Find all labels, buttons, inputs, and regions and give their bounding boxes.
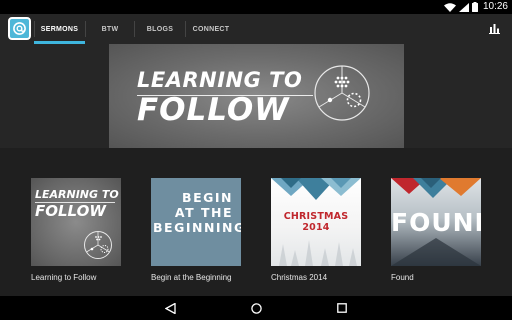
series-title[interactable]: Found <box>391 273 481 282</box>
series-thumbnail[interactable]: CHRISTMAS 2014 <box>271 178 361 266</box>
series-thumbnail[interactable]: FOUND <box>391 178 481 266</box>
series-emblem-icon <box>314 65 370 121</box>
series-thumbnail[interactable]: LEARNING TO FOLLOW <box>31 178 121 266</box>
thumbnail-text: BEGIN AT THE BEGINNING <box>153 190 241 235</box>
featured-series-banner[interactable]: LEARNING TO FOLLOW <box>109 44 404 148</box>
banner-title: LEARNING TO FOLLOW <box>137 68 302 127</box>
series-card[interactable]: CHRISTMAS 2014 Christmas 2014 <box>271 178 361 282</box>
app-bar: SERMONS BTW BLOGS CONNECT <box>0 14 512 44</box>
featured-section: LEARNING TO FOLLOW <box>0 44 512 148</box>
series-card[interactable]: FOUND Found <box>391 178 481 282</box>
thumbnail-text-line1: LEARNING TO <box>35 188 119 201</box>
banner-title-line1: LEARNING TO <box>137 68 303 92</box>
thumbnail-text-line2: FOLLOW <box>35 202 106 220</box>
wifi-icon <box>444 2 456 12</box>
series-emblem-icon <box>84 231 112 259</box>
tab-connect[interactable]: CONNECT <box>186 14 236 44</box>
recents-button[interactable] <box>335 301 349 315</box>
system-nav-bar <box>0 296 512 320</box>
app-logo-icon[interactable] <box>8 17 31 40</box>
signal-icon <box>459 2 469 12</box>
tab-btw[interactable]: BTW <box>86 14 134 44</box>
series-card[interactable]: BEGIN AT THE BEGINNING Begin at the Begi… <box>151 178 241 282</box>
thumbnail-text-line3: BEGINNING <box>153 220 241 235</box>
thumbnail-text-line1: BEGIN <box>182 190 233 205</box>
banner-title-line2: FOLLOW <box>137 92 290 128</box>
home-icon <box>250 302 262 314</box>
system-icons <box>444 2 478 12</box>
recents-icon <box>337 303 347 313</box>
banner-divider <box>137 95 313 96</box>
thumbnail-text: CHRISTMAS 2014 <box>283 211 349 233</box>
series-title[interactable]: Christmas 2014 <box>271 273 361 282</box>
back-button[interactable] <box>163 301 177 315</box>
back-icon <box>164 302 176 314</box>
series-title[interactable]: Learning to Follow <box>31 273 121 282</box>
status-bar: 10:26 <box>0 0 512 14</box>
tab-blogs[interactable]: BLOGS <box>135 14 185 44</box>
tab-sermons[interactable]: SERMONS <box>34 14 85 44</box>
home-button[interactable] <box>249 301 263 315</box>
thumbnail-text-line2: AT THE <box>174 205 233 220</box>
series-thumbnail[interactable]: BEGIN AT THE BEGINNING <box>151 178 241 266</box>
clock: 10:26 <box>482 1 508 12</box>
thumbnail-text: FOUND <box>391 208 481 237</box>
battery-icon <box>472 2 478 12</box>
series-grid: LEARNING TO FOLLOW Learning to Follow BE… <box>0 148 512 296</box>
analytics-icon[interactable] <box>489 23 500 34</box>
series-title[interactable]: Begin at the Beginning <box>151 273 241 282</box>
series-card[interactable]: LEARNING TO FOLLOW Learning to Follow <box>31 178 121 282</box>
